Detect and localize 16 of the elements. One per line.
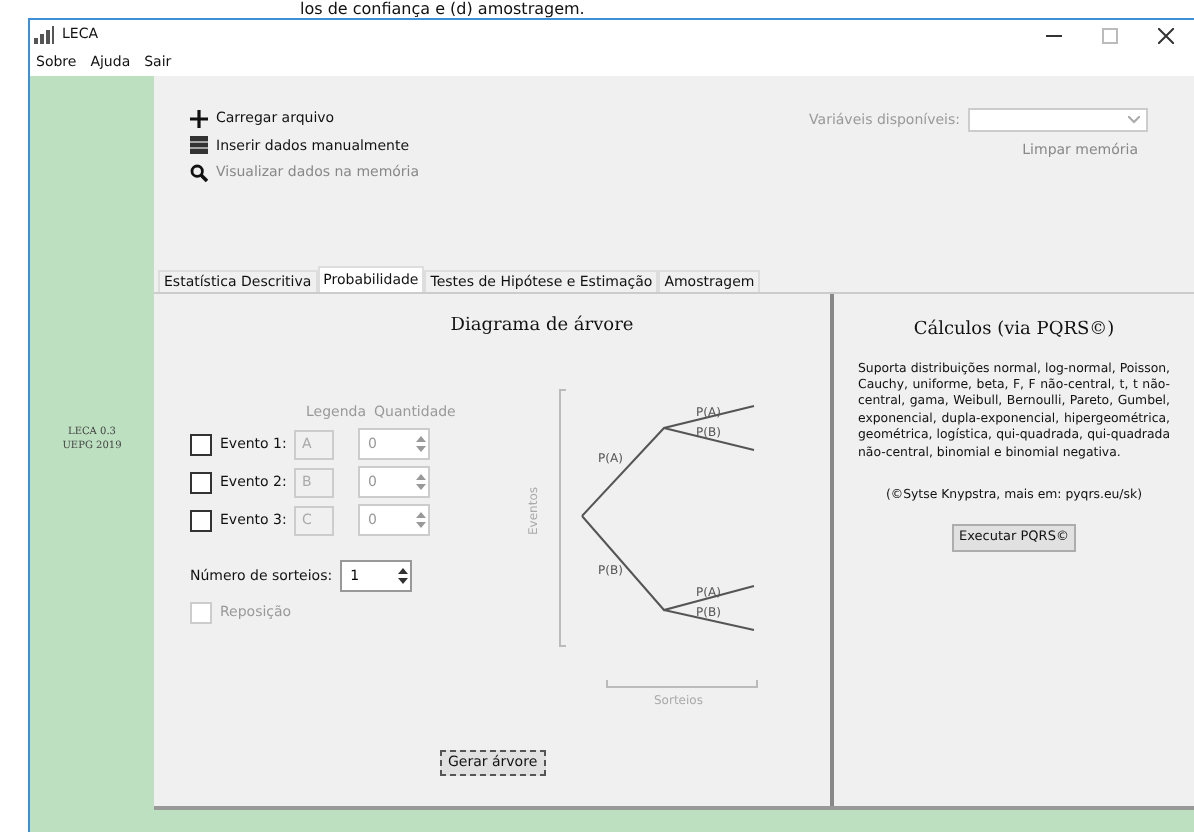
spinner-arrows-icon [414, 470, 428, 494]
close-icon[interactable] [1158, 27, 1174, 43]
panel-title: Cálculos (via PQRS©) [913, 318, 1115, 344]
table-icon [190, 136, 208, 155]
spinner-arrows-icon [396, 564, 411, 588]
checkbox[interactable] [190, 471, 212, 493]
checkbox[interactable] [190, 433, 212, 455]
panel-title: Diagrama de árvore [450, 314, 634, 340]
bar-chart-icon [34, 26, 54, 44]
checkbox[interactable] [190, 509, 212, 531]
document-text: los de confiança e (d) amostragem. [298, 0, 587, 18]
search-icon [190, 163, 208, 182]
spinner-arrows-icon [414, 508, 428, 532]
spinner-arrows-icon [414, 432, 428, 456]
plus-icon [190, 109, 208, 128]
chevron-down-icon [1128, 116, 1140, 124]
